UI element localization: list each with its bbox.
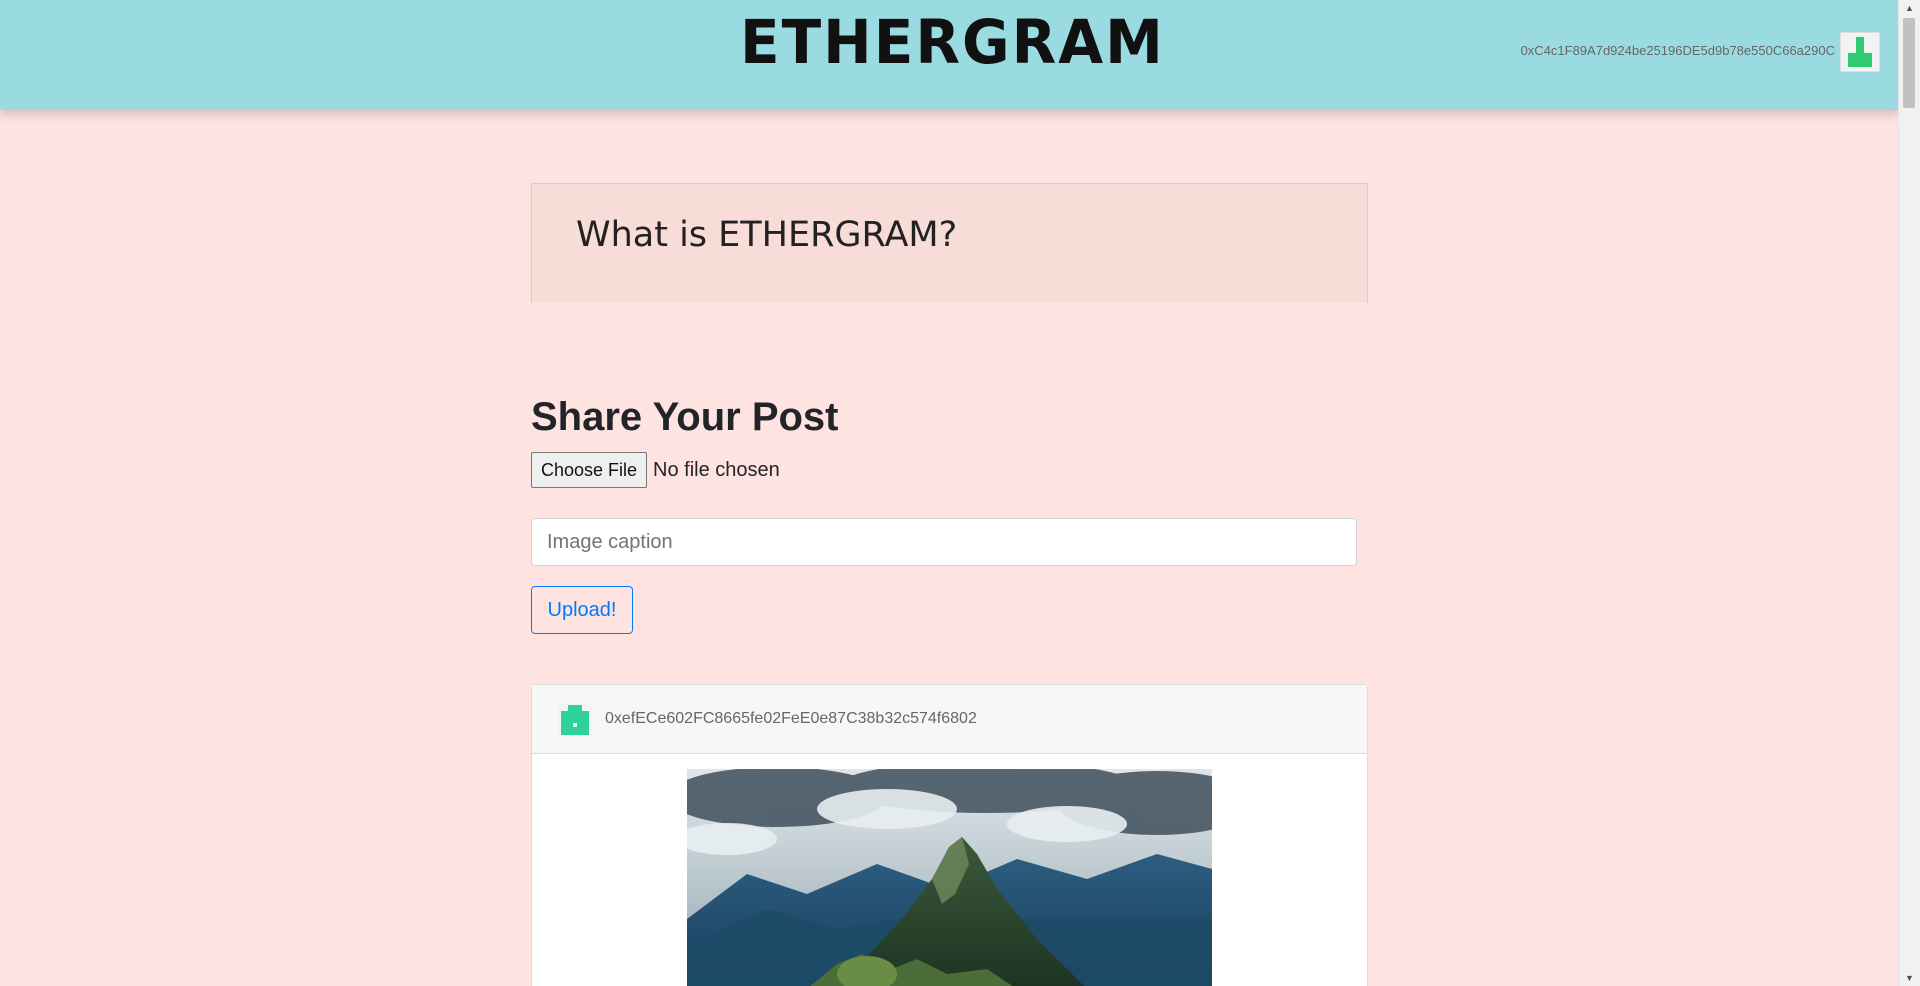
post-image [687,769,1212,986]
post-author-address: 0xefECe602FC8665fe02FeE0e87C38b32c574f68… [605,710,977,727]
about-title: What is ETHERGRAM? [576,215,958,255]
scroll-down-icon[interactable]: ▼ [1899,970,1920,986]
post-card: 0xefECe602FC8665fe02FeE0e87C38b32c574f68… [531,684,1368,986]
account-address: 0xC4c1F89A7d924be25196DE5d9b78e550C66a29… [1520,43,1835,58]
file-status: No file chosen [653,458,780,481]
file-input[interactable]: Choose File No file chosen [531,452,780,488]
about-jumbotron: What is ETHERGRAM? [531,183,1368,303]
identicon-icon [1840,32,1880,72]
choose-file-button[interactable]: Choose File [531,452,648,488]
post-header: 0xefECe602FC8665fe02FeE0e87C38b32c574f68… [532,685,1367,754]
scroll-up-icon[interactable]: ▲ [1899,0,1920,16]
navbar: ETHERGRAM 0xC4c1F89A7d924be25196DE5d9b78… [0,0,1899,110]
upload-button[interactable]: Upload! [531,586,633,634]
scrollbar-thumb[interactable] [1903,18,1915,108]
brand-logo[interactable]: ETHERGRAM [740,6,1165,77]
image-caption-input[interactable] [531,518,1357,566]
page-scrollbar[interactable]: ▲ ▼ [1898,0,1920,986]
share-post-title: Share Your Post [531,395,839,439]
identicon-icon [558,703,592,737]
